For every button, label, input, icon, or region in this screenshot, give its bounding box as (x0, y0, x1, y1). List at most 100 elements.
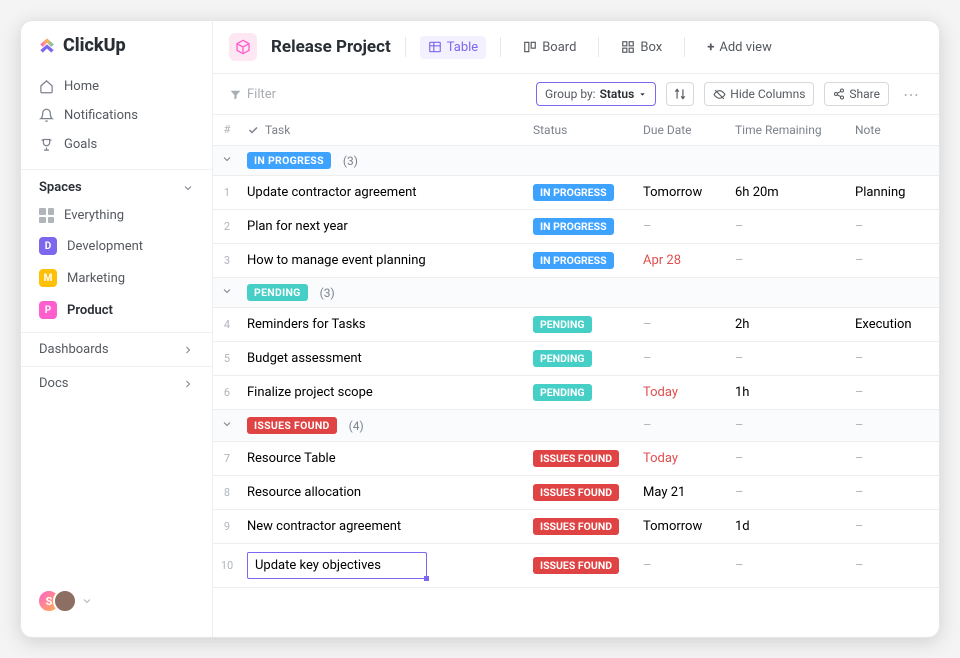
cell-time-remaining[interactable]: – (729, 211, 849, 242)
task-name[interactable]: Budget assessment (247, 351, 362, 366)
group-collapse-toggle[interactable] (213, 418, 241, 434)
project-icon[interactable] (229, 33, 257, 61)
add-view-button[interactable]: + Add view (699, 36, 780, 59)
logo[interactable]: ClickUp (21, 35, 212, 68)
cell-time-remaining[interactable]: 2h (729, 309, 849, 340)
table-row[interactable]: 6 Finalize project scope PENDING Today 1… (213, 376, 939, 410)
status-badge[interactable]: IN PROGRESS (533, 252, 614, 269)
sort-button[interactable] (666, 82, 694, 106)
cell-time-remaining[interactable]: – (729, 550, 849, 581)
cell-time-remaining[interactable]: – (729, 443, 849, 474)
table-row[interactable]: 8 Resource allocation ISSUES FOUND May 2… (213, 476, 939, 510)
group-collapse-toggle[interactable] (213, 153, 241, 169)
col-header-status[interactable]: Status (527, 115, 637, 145)
cell-note[interactable]: Planning (849, 177, 939, 208)
status-badge[interactable]: IN PROGRESS (533, 218, 614, 235)
table-row[interactable]: 3 How to manage event planning IN PROGRE… (213, 244, 939, 278)
status-badge[interactable]: IN PROGRESS (533, 184, 614, 201)
group-collapse-toggle[interactable] (213, 285, 241, 301)
cell-note[interactable]: – (849, 511, 939, 542)
group-by-dropdown[interactable]: Group by: Status (536, 82, 656, 106)
table-row[interactable]: 2 Plan for next year IN PROGRESS – – – (213, 210, 939, 244)
cell-note[interactable]: Execution (849, 309, 939, 340)
group-header-row[interactable]: PENDING(3) (213, 278, 939, 308)
task-name[interactable]: New contractor agreement (247, 519, 401, 534)
cell-due-date[interactable]: – (637, 309, 729, 340)
filter-button[interactable]: Filter (229, 87, 276, 102)
task-name[interactable]: How to manage event planning (247, 253, 426, 268)
view-box[interactable]: Box (613, 36, 670, 59)
sidebar-space-product[interactable]: PProduct (21, 294, 212, 326)
cell-due-date[interactable]: Apr 28 (637, 245, 729, 276)
task-name[interactable]: Plan for next year (247, 219, 348, 234)
sidebar-dashboards[interactable]: Dashboards (21, 332, 212, 366)
task-name[interactable]: Reminders for Tasks (247, 317, 366, 332)
sidebar-space-marketing[interactable]: MMarketing (21, 262, 212, 294)
nav-goals[interactable]: Goals (21, 130, 212, 159)
app-window: ClickUp Home Notifications Goals Spaces … (20, 20, 940, 638)
view-table[interactable]: Table (420, 36, 486, 59)
cell-note[interactable]: – (849, 477, 939, 508)
col-header-task[interactable]: Task (241, 115, 527, 145)
more-button[interactable]: ⋯ (899, 85, 923, 104)
cell-due-date[interactable]: – (637, 550, 729, 581)
task-name[interactable]: Resource Table (247, 451, 336, 466)
task-table: # Task Status Due Date Time Remaining No… (213, 115, 939, 637)
sidebar-everything[interactable]: Everything (21, 201, 212, 230)
cell-note[interactable]: – (849, 550, 939, 581)
cell-note[interactable]: – (849, 377, 939, 408)
view-board[interactable]: Board (515, 36, 584, 59)
cell-time-remaining[interactable]: – (729, 477, 849, 508)
task-name-cell-selected[interactable]: Update key objectives (247, 552, 427, 579)
table-row[interactable]: 7 Resource Table ISSUES FOUND Today – – (213, 442, 939, 476)
cell-due-date[interactable]: Today (637, 443, 729, 474)
col-header-time[interactable]: Time Remaining (729, 115, 849, 145)
col-header-due[interactable]: Due Date (637, 115, 729, 145)
col-header-note[interactable]: Note (849, 115, 939, 145)
status-badge[interactable]: PENDING (533, 316, 592, 333)
task-name[interactable]: Resource allocation (247, 485, 361, 500)
cell-due-date[interactable]: May 21 (637, 477, 729, 508)
nav-home[interactable]: Home (21, 72, 212, 101)
cell-due-date[interactable]: Tomorrow (637, 177, 729, 208)
cell-time-remaining[interactable]: – (729, 245, 849, 276)
status-badge[interactable]: ISSUES FOUND (533, 450, 619, 467)
hide-columns-button[interactable]: Hide Columns (704, 82, 814, 106)
cell-note[interactable]: – (849, 443, 939, 474)
sidebar-docs[interactable]: Docs (21, 366, 212, 400)
col-header-num[interactable]: # (213, 115, 241, 145)
cell-due-date[interactable]: Today (637, 377, 729, 408)
chevron-down-icon (221, 285, 233, 297)
task-name[interactable]: Update contractor agreement (247, 185, 417, 200)
table-row[interactable]: 9 New contractor agreement ISSUES FOUND … (213, 510, 939, 544)
sidebar-space-development[interactable]: DDevelopment (21, 230, 212, 262)
cell-time-remaining[interactable]: 1h (729, 377, 849, 408)
group-header-row[interactable]: ISSUES FOUND(4)––– (213, 410, 939, 442)
cell-time-remaining[interactable]: – (729, 343, 849, 374)
status-badge[interactable]: PENDING (533, 350, 592, 367)
cell-note[interactable]: – (849, 245, 939, 276)
cell-time-remaining[interactable]: 1d (729, 511, 849, 542)
status-badge[interactable]: PENDING (533, 384, 592, 401)
cell-due-date[interactable]: Tomorrow (637, 511, 729, 542)
row-number: 9 (213, 512, 241, 541)
spaces-header[interactable]: Spaces (21, 169, 212, 201)
table-row[interactable]: 1 Update contractor agreement IN PROGRES… (213, 176, 939, 210)
share-button[interactable]: Share (824, 82, 889, 106)
table-row[interactable]: 10 Update key objectives ISSUES FOUND – … (213, 544, 939, 588)
chevron-right-icon (182, 378, 194, 390)
avatar-row[interactable]: S (21, 579, 212, 623)
table-row[interactable]: 4 Reminders for Tasks PENDING – 2h Execu… (213, 308, 939, 342)
table-row[interactable]: 5 Budget assessment PENDING – – – (213, 342, 939, 376)
cell-note[interactable]: – (849, 211, 939, 242)
task-name[interactable]: Finalize project scope (247, 385, 373, 400)
status-badge[interactable]: ISSUES FOUND (533, 557, 619, 574)
cell-time-remaining[interactable]: 6h 20m (729, 177, 849, 208)
cell-due-date[interactable]: – (637, 211, 729, 242)
cell-note[interactable]: – (849, 343, 939, 374)
status-badge[interactable]: ISSUES FOUND (533, 484, 619, 501)
group-header-row[interactable]: IN PROGRESS(3) (213, 146, 939, 176)
status-badge[interactable]: ISSUES FOUND (533, 518, 619, 535)
cell-due-date[interactable]: – (637, 343, 729, 374)
nav-notifications[interactable]: Notifications (21, 101, 212, 130)
